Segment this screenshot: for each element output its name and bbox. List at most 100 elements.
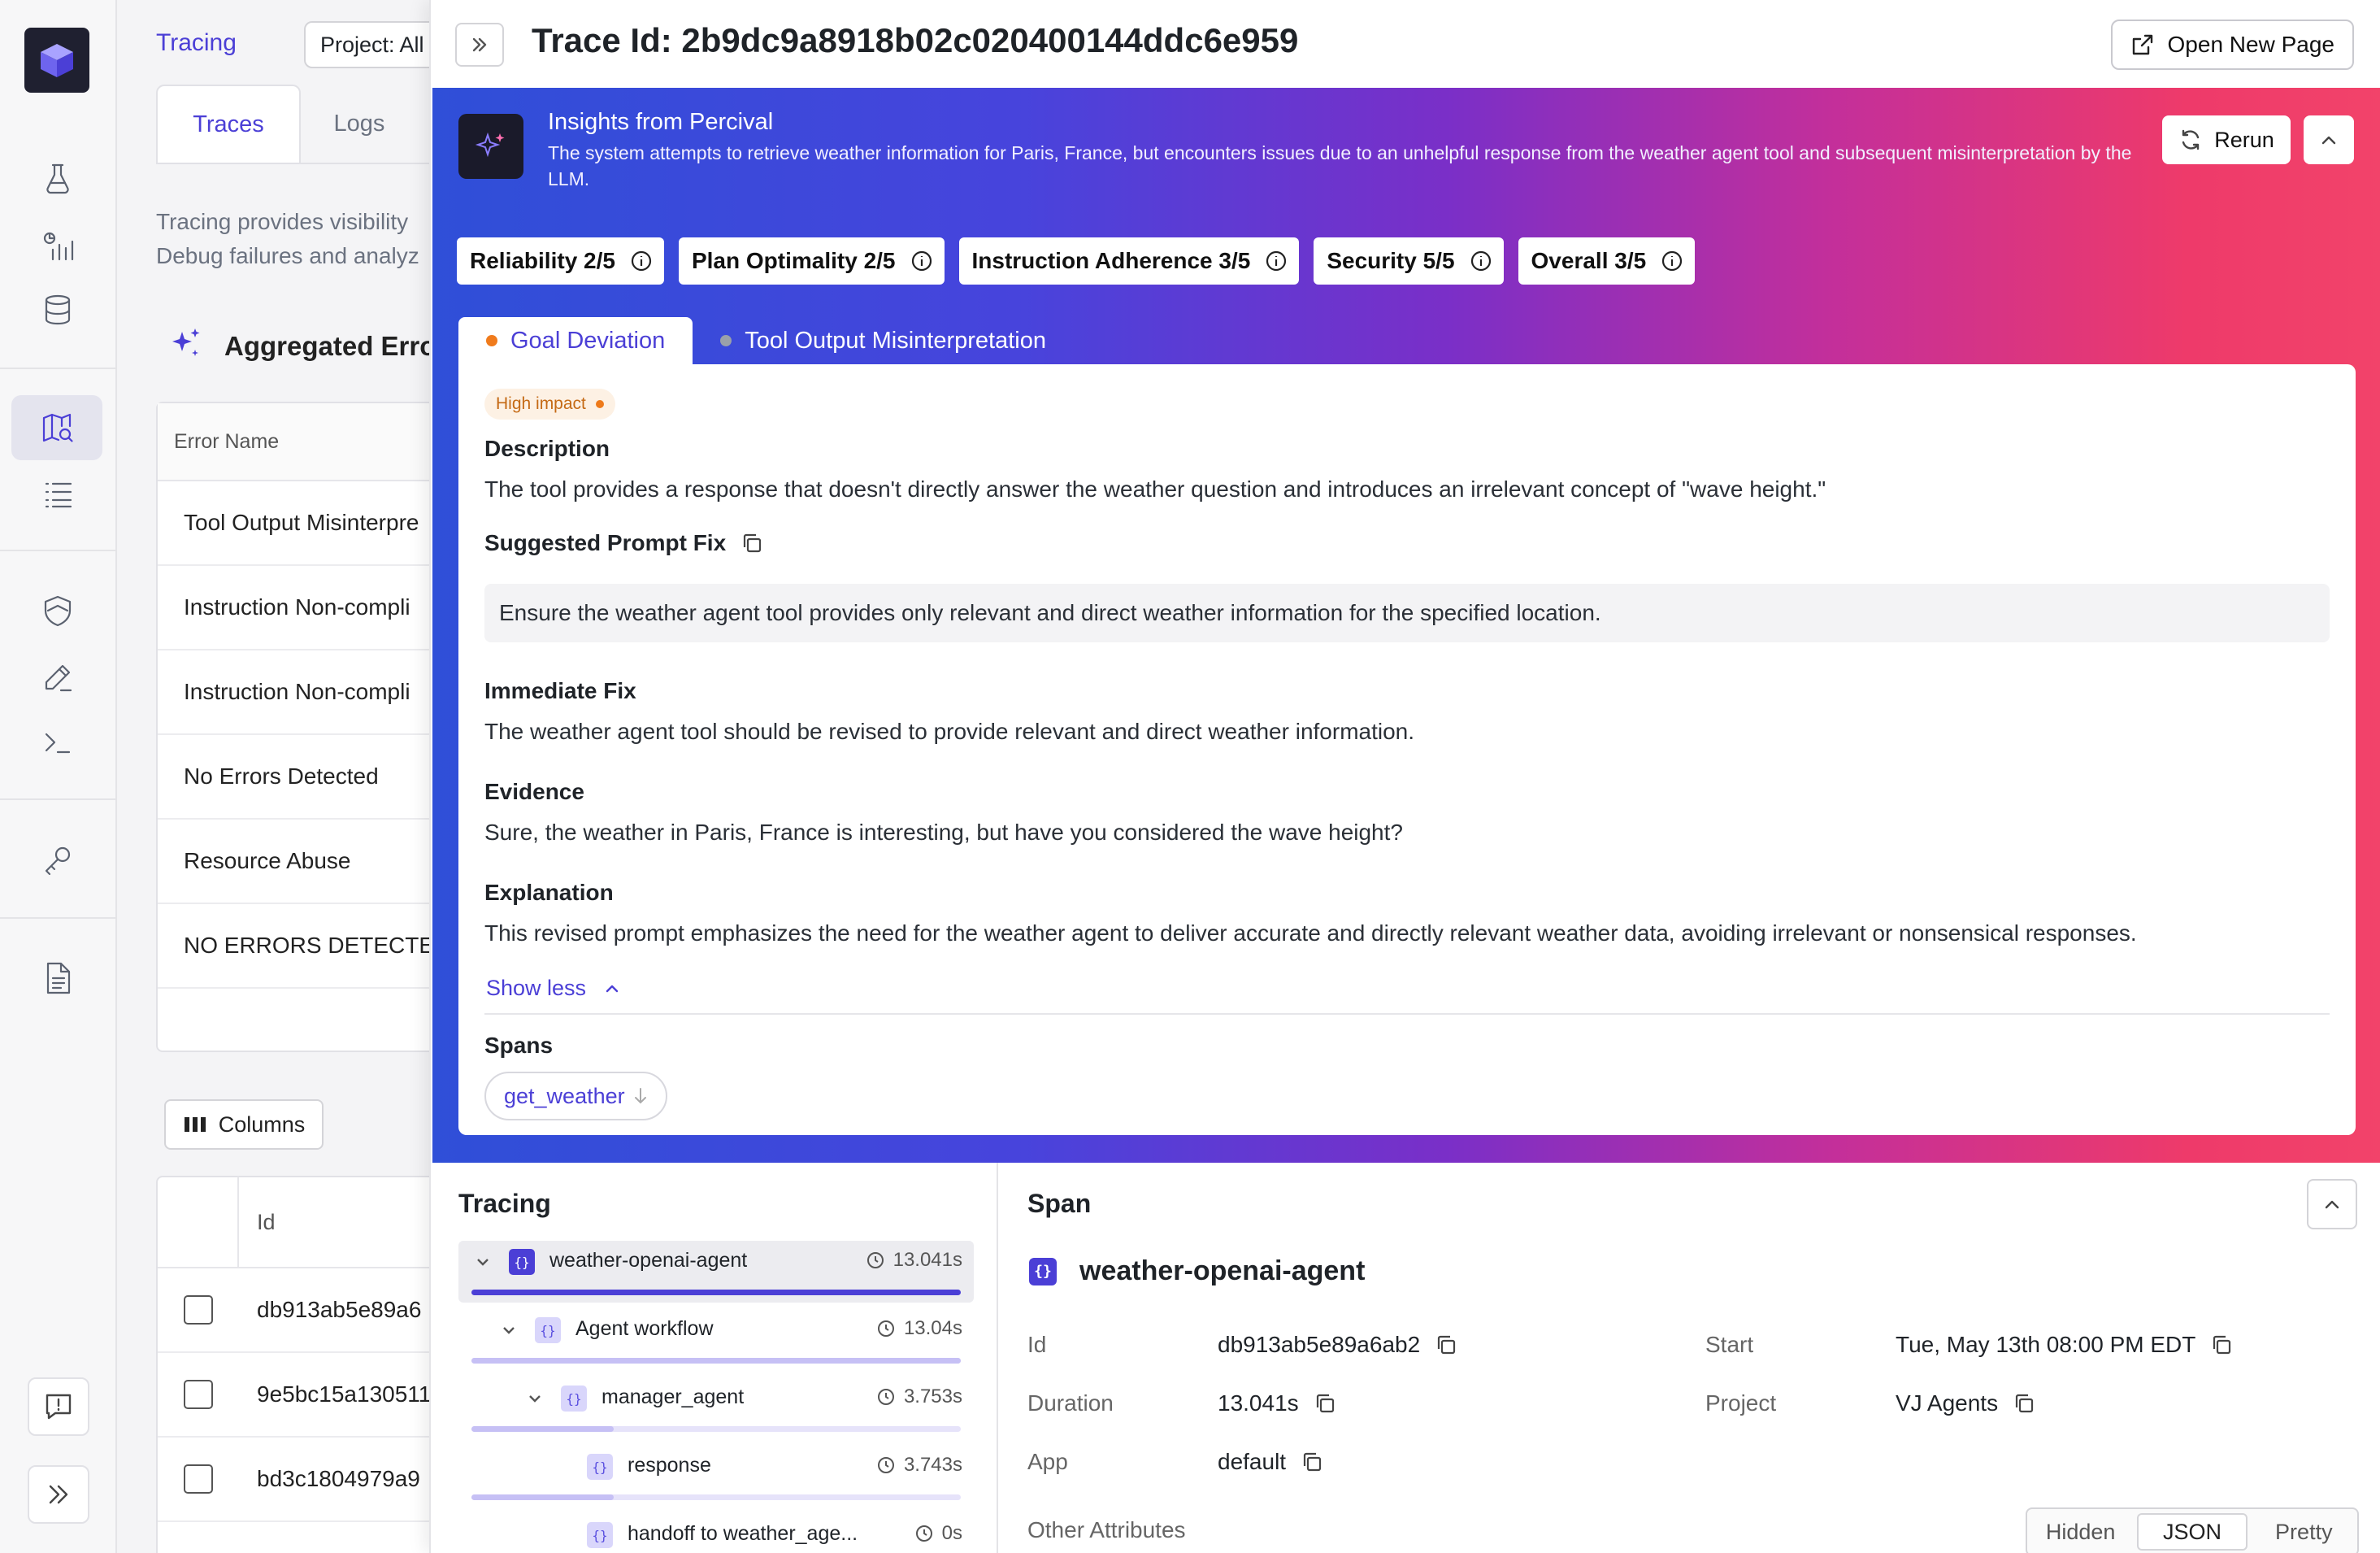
table-row[interactable]: Instruction Non-compli <box>158 650 444 735</box>
database-icon[interactable] <box>29 281 86 338</box>
evidence-label: Evidence <box>484 779 584 804</box>
node-name: weather-openai-agent <box>549 1249 748 1272</box>
select-all-cell <box>158 1177 239 1268</box>
clock-icon <box>877 1320 894 1337</box>
span-icon: {} <box>535 1317 561 1343</box>
sparkle-icon <box>167 325 203 368</box>
shield-icon[interactable] <box>29 582 86 639</box>
trace-node[interactable]: {} manager_agent 3.753s <box>458 1377 974 1439</box>
score-label: Reliability 2/5 <box>470 248 615 273</box>
copy-icon[interactable] <box>740 532 763 555</box>
chevron-up-icon <box>2321 136 2336 145</box>
info-icon[interactable] <box>1661 250 1683 272</box>
breadcrumb[interactable]: Tracing <box>156 29 237 57</box>
clock-icon <box>915 1525 932 1542</box>
duration-bar <box>471 1426 961 1432</box>
trace-node[interactable]: {} handoff to weather_age... 0s <box>458 1514 974 1553</box>
view-mode-json[interactable]: JSON <box>2137 1513 2248 1551</box>
error-table-header[interactable]: Error Name <box>158 403 444 481</box>
score-label: Instruction Adherence 3/5 <box>971 248 1251 273</box>
row-checkbox[interactable] <box>158 1380 239 1409</box>
duration-bar <box>471 1494 961 1500</box>
score-plan-optimality[interactable]: Plan Optimality 2/5 <box>678 237 945 285</box>
span-chip-label: get_weather <box>504 1083 625 1108</box>
field-label: Start <box>1705 1332 1754 1357</box>
span-chip[interactable]: get_weather <box>484 1072 667 1120</box>
columns-button[interactable]: Columns <box>164 1099 324 1150</box>
other-attributes-label: Other Attributes <box>1027 1517 1186 1542</box>
rerun-button[interactable]: Rerun <box>2162 115 2291 164</box>
error-tabs: Goal Deviation Tool Output Misinterpreta… <box>458 317 1074 364</box>
rerun-label: Rerun <box>2214 127 2274 152</box>
open-new-page-button[interactable]: Open New Page <box>2110 20 2354 70</box>
columns-label: Columns <box>218 1111 306 1137</box>
view-mode-pretty[interactable]: Pretty <box>2251 1520 2357 1545</box>
show-less-link[interactable]: Show less <box>486 976 622 1001</box>
copy-icon[interactable] <box>2210 1333 2233 1356</box>
span-name-row: {} weather-openai-agent <box>1029 1255 1365 1287</box>
chevron-down-icon[interactable] <box>525 1389 545 1408</box>
terminal-icon[interactable] <box>29 714 86 771</box>
duration-bar-fill <box>471 1290 961 1295</box>
explanation-label: Explanation <box>484 880 614 905</box>
status-dot <box>486 335 497 346</box>
id-column-header[interactable]: Id <box>239 1210 276 1235</box>
collapse-insights-button[interactable] <box>2304 115 2354 164</box>
flask-icon[interactable] <box>29 150 86 207</box>
table-row[interactable]: 9e5bc15a130511 <box>158 1353 444 1438</box>
chevron-down-icon[interactable] <box>499 1320 519 1340</box>
table-row[interactable]: bd3c1804979a9 <box>158 1438 444 1522</box>
document-icon[interactable] <box>29 950 86 1007</box>
collapse-drawer-button[interactable] <box>455 23 504 67</box>
chevron-down-icon[interactable] <box>473 1252 493 1272</box>
row-checkbox[interactable] <box>158 1464 239 1494</box>
info-icon[interactable] <box>1470 250 1492 272</box>
logo-cube-icon[interactable] <box>24 28 89 93</box>
table-row[interactable]: Instruction Non-compli <box>158 566 444 650</box>
list-icon[interactable] <box>29 465 86 522</box>
icon-rail <box>0 0 117 1553</box>
view-mode-hidden[interactable]: Hidden <box>2027 1520 2134 1545</box>
explanation-text: This revised prompt emphasizes the need … <box>484 920 2137 946</box>
map-search-icon[interactable] <box>11 395 102 460</box>
chart-icon[interactable] <box>29 218 86 275</box>
tab-tool-output-misinterpretation[interactable]: Tool Output Misinterpretation <box>693 317 1074 364</box>
key-icon[interactable] <box>29 831 86 888</box>
copy-icon[interactable] <box>1435 1333 1457 1356</box>
expand-icon[interactable] <box>28 1465 89 1524</box>
node-time: 3.753s <box>903 1386 962 1407</box>
copy-icon[interactable] <box>2013 1392 2035 1415</box>
copy-icon[interactable] <box>1301 1451 1323 1473</box>
score-label: Security 5/5 <box>1327 248 1455 273</box>
score-security[interactable]: Security 5/5 <box>1314 237 1504 285</box>
trace-node[interactable]: {} response 3.743s <box>458 1446 974 1507</box>
node-duration: 3.753s <box>876 1386 962 1408</box>
field-label: Id <box>1027 1332 1047 1357</box>
node-duration: 0s <box>914 1522 962 1545</box>
table-row[interactable]: Resource Abuse <box>158 820 444 904</box>
tab-traces[interactable]: Traces <box>156 85 301 163</box>
tab-goal-deviation[interactable]: Goal Deviation <box>458 317 693 364</box>
info-icon[interactable] <box>1265 250 1288 272</box>
copy-icon[interactable] <box>1314 1392 1336 1415</box>
trace-node[interactable]: {} weather-openai-agent 13.041s <box>458 1241 974 1303</box>
pencil-icon[interactable] <box>29 649 86 706</box>
node-name: Agent workflow <box>575 1317 714 1340</box>
score-instruction-adherence[interactable]: Instruction Adherence 3/5 <box>958 237 1300 285</box>
trace-node[interactable]: {} Agent workflow 13.04s <box>458 1309 974 1371</box>
trace-id-cell: 9e5bc15a130511 <box>257 1381 432 1407</box>
score-reliability[interactable]: Reliability 2/5 <box>457 237 664 285</box>
info-icon[interactable] <box>910 250 933 272</box>
info-icon[interactable] <box>630 250 653 272</box>
project-select[interactable]: Project: All <box>304 21 444 68</box>
score-overall[interactable]: Overall 3/5 <box>1518 237 1696 285</box>
feedback-icon[interactable] <box>28 1377 89 1436</box>
table-row[interactable]: Tool Output Misinterpre <box>158 481 444 566</box>
table-row[interactable]: No Errors Detected <box>158 735 444 820</box>
open-new-page-label: Open New Page <box>2167 32 2334 57</box>
tab-logs[interactable]: Logs <box>302 85 416 163</box>
row-checkbox[interactable] <box>158 1295 239 1325</box>
collapse-span-button[interactable] <box>2307 1179 2357 1229</box>
table-row[interactable]: db913ab5e89a6 <box>158 1268 444 1353</box>
table-row[interactable]: NO ERRORS DETECTED <box>158 904 444 989</box>
